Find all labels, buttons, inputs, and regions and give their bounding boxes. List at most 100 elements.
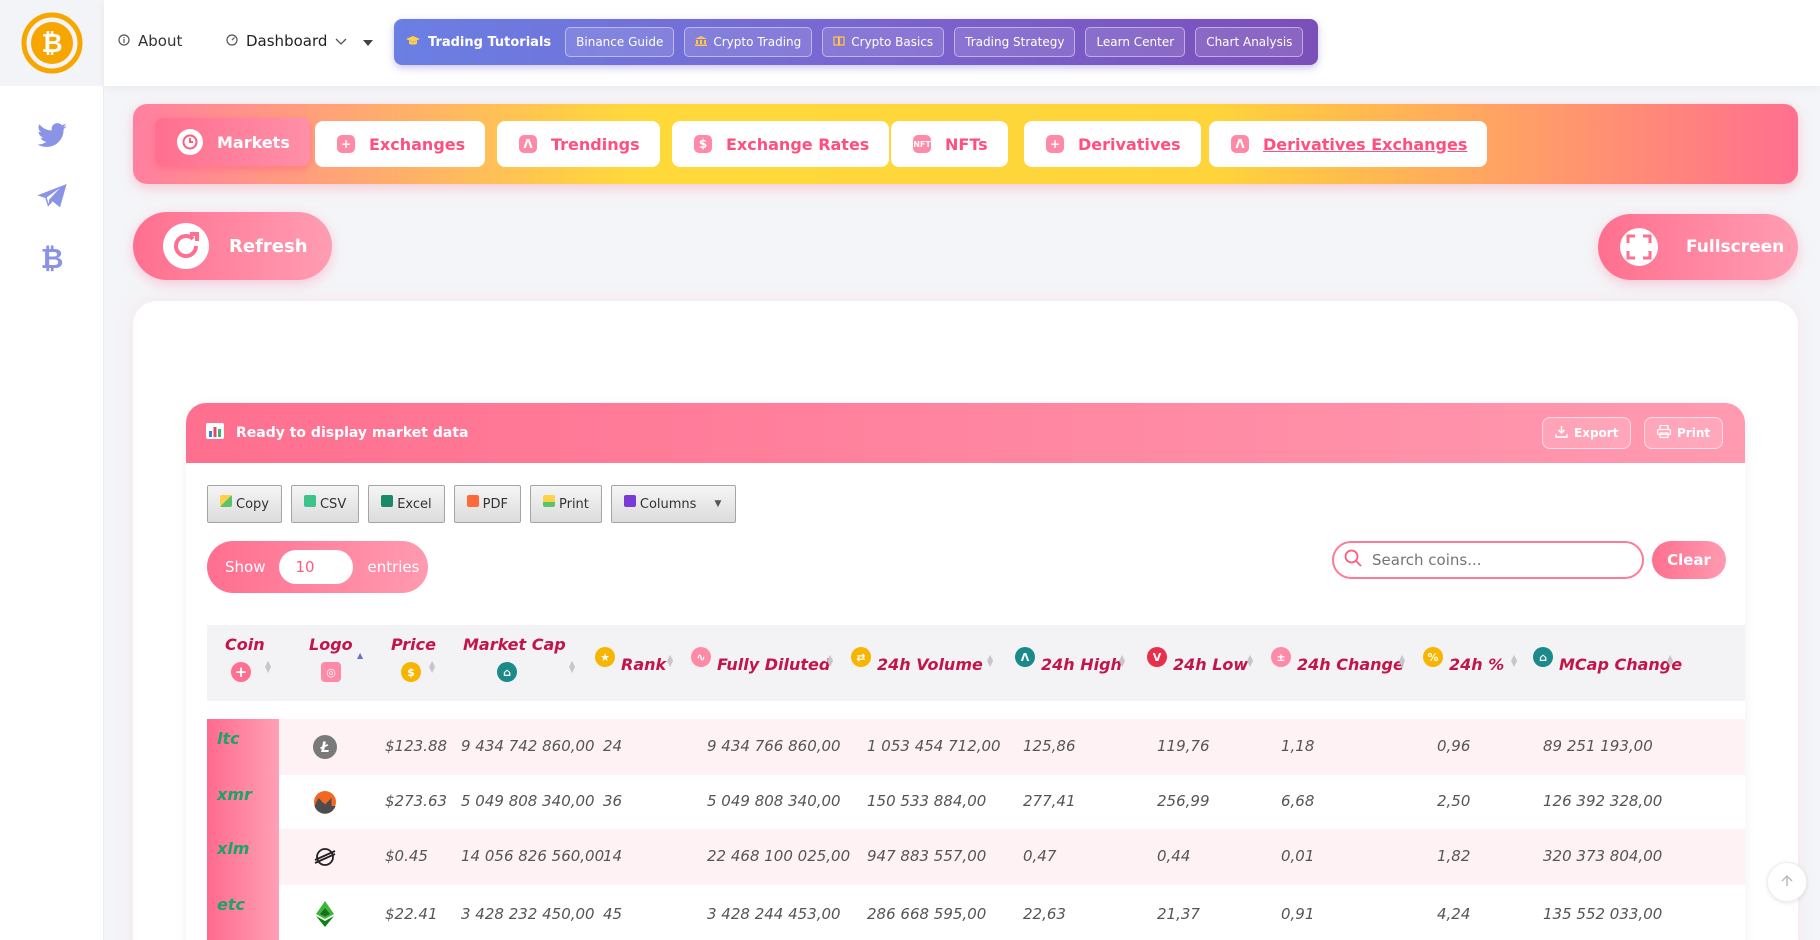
- column-header-24h-low[interactable]: V 24h Low ▲ ▼: [1133, 625, 1261, 701]
- refresh-button[interactable]: Refresh: [133, 212, 332, 280]
- low-cell: 119,76: [1157, 737, 1210, 755]
- high-cell: 277,41: [1023, 792, 1076, 810]
- nav-about-link[interactable]: About: [118, 32, 182, 50]
- coin-symbol[interactable]: xmr: [217, 785, 252, 804]
- tab-trendings[interactable]: Λ Trendings: [497, 121, 660, 167]
- tutorial-link-binance-guide[interactable]: Binance Guide: [565, 27, 675, 57]
- telegram-icon[interactable]: [36, 182, 68, 214]
- column-header-24h-high[interactable]: Λ 24h High ▲ ▼: [1003, 625, 1133, 701]
- volume-cell: 286 668 595,00: [867, 905, 987, 923]
- table-row[interactable]: ltc Ł $123.88 9 434 742 860,00 24 9 434 …: [207, 719, 1745, 775]
- copy-button[interactable]: Copy: [207, 485, 282, 523]
- tab-markets[interactable]: Markets: [155, 118, 310, 166]
- column-header-label: 24h High: [1041, 655, 1122, 674]
- tab-derivatives-exchanges[interactable]: Λ Derivatives Exchanges: [1209, 121, 1488, 167]
- twitter-icon[interactable]: [36, 122, 68, 154]
- tab-derivatives[interactable]: + Derivatives: [1024, 121, 1201, 167]
- export-button[interactable]: Export: [1542, 417, 1632, 449]
- rank-cell: 36: [603, 792, 623, 810]
- sort-asc-icon: ▲: [357, 651, 364, 660]
- column-header-label: 24h %: [1449, 655, 1505, 674]
- trend-up-icon: Λ: [1231, 135, 1249, 153]
- tab-nfts[interactable]: NFT NFTs: [891, 121, 1008, 167]
- fully-diluted-cell: 9 434 766 860,00: [707, 737, 841, 755]
- market-tabs-bar: Markets + Exchanges Λ Trendings $ Exchan…: [133, 104, 1798, 184]
- nav-dashboard-dropdown[interactable]: Dashboard: [226, 32, 374, 50]
- excel-button[interactable]: Excel: [368, 485, 445, 523]
- plus-circle-icon: +: [231, 662, 251, 682]
- pdf-button[interactable]: PDF: [453, 485, 521, 523]
- bank-icon: ⌂: [1533, 647, 1553, 667]
- printer-icon: [1656, 424, 1672, 441]
- copy-icon: [220, 495, 232, 507]
- scroll-to-top-button[interactable]: [1767, 862, 1807, 902]
- tutorial-link-crypto-trading[interactable]: Crypto Trading: [684, 27, 813, 57]
- tutorial-link-chart-analysis[interactable]: Chart Analysis: [1195, 27, 1304, 57]
- column-header-market-cap[interactable]: Market Cap ⌂ ▲ ▼: [449, 625, 583, 701]
- exchange-icon: ⇄: [851, 647, 871, 667]
- change-cell: 0,01: [1281, 847, 1315, 865]
- column-header-rank[interactable]: ★ Rank ▲ ▼: [583, 625, 683, 701]
- entries-label: entries: [367, 558, 420, 576]
- column-header-24h-percent[interactable]: % 24h % ▲ ▼: [1411, 625, 1523, 701]
- arrow-up-icon: [1780, 873, 1794, 892]
- column-header-label: 24h Low: [1173, 655, 1249, 674]
- show-label: Show: [225, 558, 266, 576]
- column-header-24h-change[interactable]: ± 24h Change ▲ ▼: [1261, 625, 1411, 701]
- search-input[interactable]: [1372, 551, 1622, 569]
- copy-label: Copy: [236, 496, 269, 512]
- coin-symbol[interactable]: xlm: [217, 839, 249, 858]
- star-icon: ★: [595, 647, 615, 667]
- fullscreen-button[interactable]: Fullscreen: [1598, 214, 1798, 280]
- column-header-logo[interactable]: Logo ◎ ▲: [279, 625, 371, 701]
- tutorial-link-crypto-basics[interactable]: Crypto Basics: [822, 27, 945, 57]
- columns-button[interactable]: Columns ▼: [610, 485, 737, 523]
- print-button[interactable]: Print: [529, 485, 602, 523]
- csv-button[interactable]: CSV: [290, 485, 360, 523]
- litecoin-logo-icon: Ł: [313, 735, 337, 763]
- entries-count-input[interactable]: [279, 550, 354, 584]
- low-cell: 0,44: [1157, 847, 1191, 865]
- change-cell: 6,68: [1281, 792, 1315, 810]
- coin-symbol[interactable]: etc: [217, 895, 245, 914]
- tab-exchanges[interactable]: + Exchanges: [315, 121, 486, 167]
- clear-search-button[interactable]: Clear: [1652, 541, 1726, 579]
- print-header-button[interactable]: Print: [1644, 417, 1724, 449]
- column-header-fully-diluted[interactable]: ∿ Fully Diluted ▲ ▼: [683, 625, 843, 701]
- sort-arrows-icon: ▲ ▼: [1399, 653, 1406, 668]
- column-header-label: 24h Change: [1297, 655, 1404, 674]
- coin-symbol[interactable]: ltc: [217, 729, 240, 748]
- bitcoin-icon[interactable]: ₿: [39, 242, 65, 278]
- table-row[interactable]: etc $22.41 3 428 232 450,00 45 3 428 244…: [207, 885, 1745, 940]
- table-row[interactable]: xlm $0.45 14 056 826 560,00 14 22 468 10…: [207, 829, 1745, 885]
- tab-label: Trendings: [551, 134, 640, 154]
- percent-icon: %: [1423, 647, 1443, 667]
- pdf-label: PDF: [482, 496, 508, 512]
- sort-arrows-icon: ▲ ▼: [827, 653, 834, 668]
- coin-cell: xmr: [207, 775, 279, 829]
- tab-label: Derivatives Exchanges: [1263, 134, 1468, 154]
- market-cap-cell: 9 434 742 860,00: [461, 737, 595, 755]
- column-header-coin[interactable]: Coin + ▲ ▼: [207, 625, 279, 701]
- clear-label: Clear: [1667, 551, 1711, 569]
- tutorial-link-trading-strategy[interactable]: Trading Strategy: [954, 27, 1076, 57]
- tutorial-link-label: Learn Center: [1096, 35, 1175, 49]
- status-text: Ready to display market data: [236, 425, 469, 441]
- tutorial-link-learn-center[interactable]: Learn Center: [1085, 27, 1186, 57]
- tab-exchange-rates[interactable]: $ Exchange Rates: [672, 121, 890, 167]
- refresh-label: Refresh: [229, 235, 308, 257]
- column-header-mcap-change[interactable]: ⌂ MCap Change ▲ ▼: [1523, 625, 1683, 701]
- market-cap-cell: 14 056 826 560,00: [461, 847, 605, 865]
- fully-diluted-cell: 3 428 244 453,00: [707, 905, 841, 923]
- table-row[interactable]: xmr $273.63 5 049 808 340,00 36 5 049 80…: [207, 775, 1745, 829]
- column-header-price[interactable]: Price $ ▲ ▼: [371, 625, 449, 701]
- brand-logo[interactable]: ₿: [0, 0, 104, 86]
- topbar: About Dashboard Trading Tutorials Binanc…: [104, 0, 1820, 86]
- mcap-change-cell: 320 373 804,00: [1543, 847, 1663, 865]
- column-header-24h-volume[interactable]: ⇄ 24h Volume ▲ ▼: [843, 625, 1003, 701]
- pdf-file-icon: [466, 495, 479, 507]
- tab-label: Derivatives: [1078, 134, 1181, 154]
- mcap-change-cell: 89 251 193,00: [1543, 737, 1653, 755]
- percent-cell: 1,82: [1437, 847, 1471, 865]
- high-cell: 125,86: [1023, 737, 1076, 755]
